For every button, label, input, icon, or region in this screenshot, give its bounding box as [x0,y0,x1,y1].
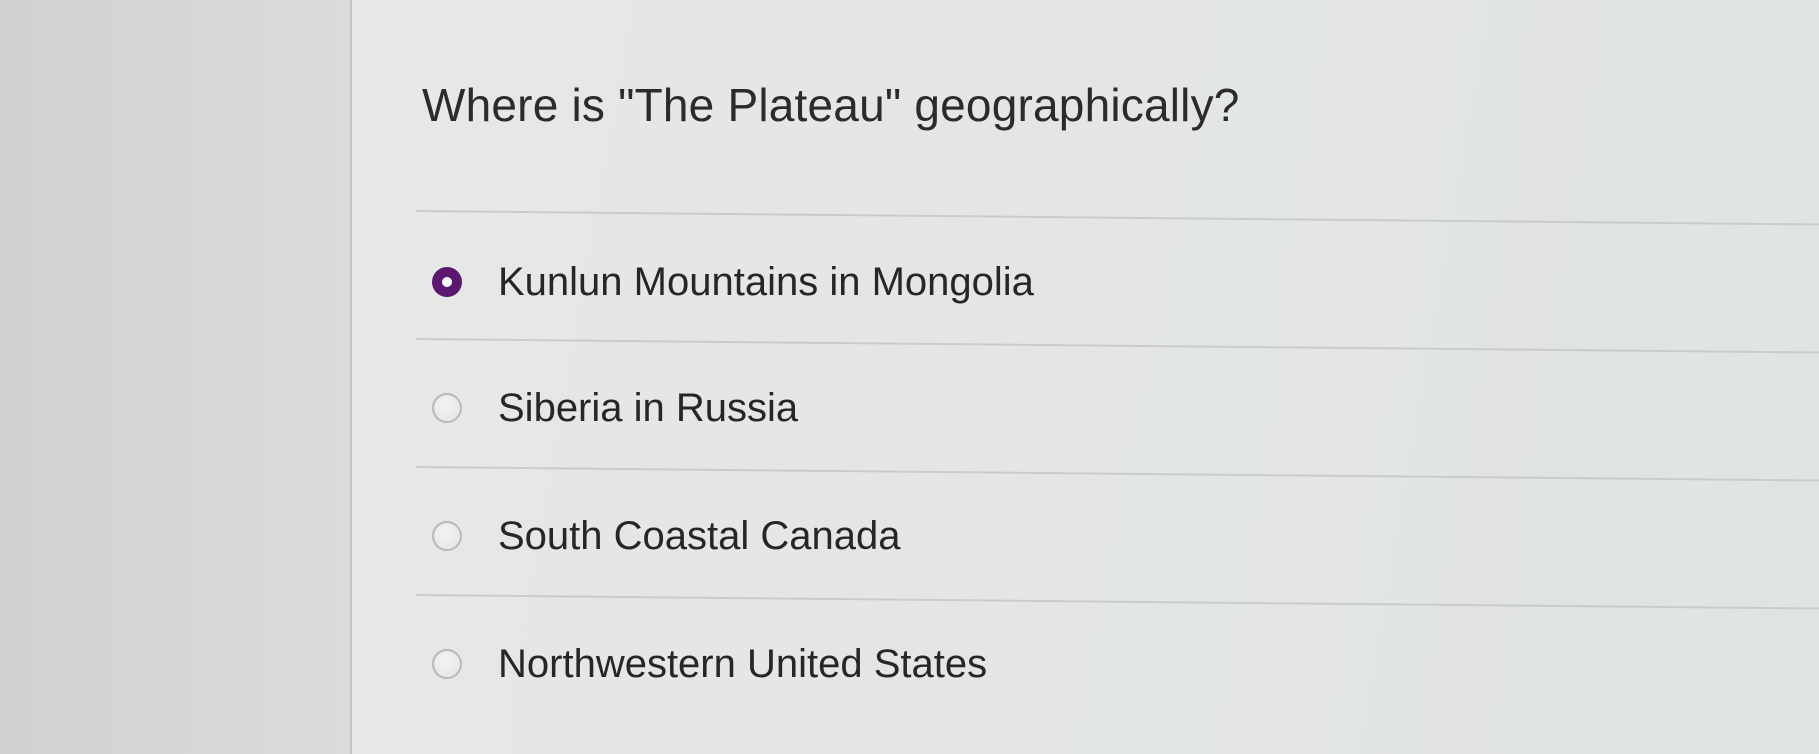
divider [415,594,1819,610]
radio-unselected-icon[interactable] [432,393,462,423]
answer-option-2[interactable]: Siberia in Russia [432,378,798,438]
answer-option-label: Siberia in Russia [498,385,799,430]
answer-option-4[interactable]: Northwestern United States [432,634,987,694]
radio-unselected-icon[interactable] [432,521,462,551]
divider [415,338,1819,354]
question-text: Where is "The Plateau" geographically? [422,79,1240,131]
answer-option-label: South Coastal Canada [498,513,901,558]
left-gutter [0,0,350,754]
divider [415,210,1819,226]
quiz-question-panel: Where is "The Plateau" geographically? K… [350,0,1819,754]
divider [415,466,1819,482]
answer-option-label: Kunlun Mountains in Mongolia [498,259,1034,304]
answer-option-1[interactable]: Kunlun Mountains in Mongolia [432,252,1034,312]
radio-unselected-icon[interactable] [432,649,462,679]
answer-option-3[interactable]: South Coastal Canada [432,506,901,566]
answer-option-label: Northwestern United States [498,641,988,686]
radio-selected-icon[interactable] [432,267,462,297]
